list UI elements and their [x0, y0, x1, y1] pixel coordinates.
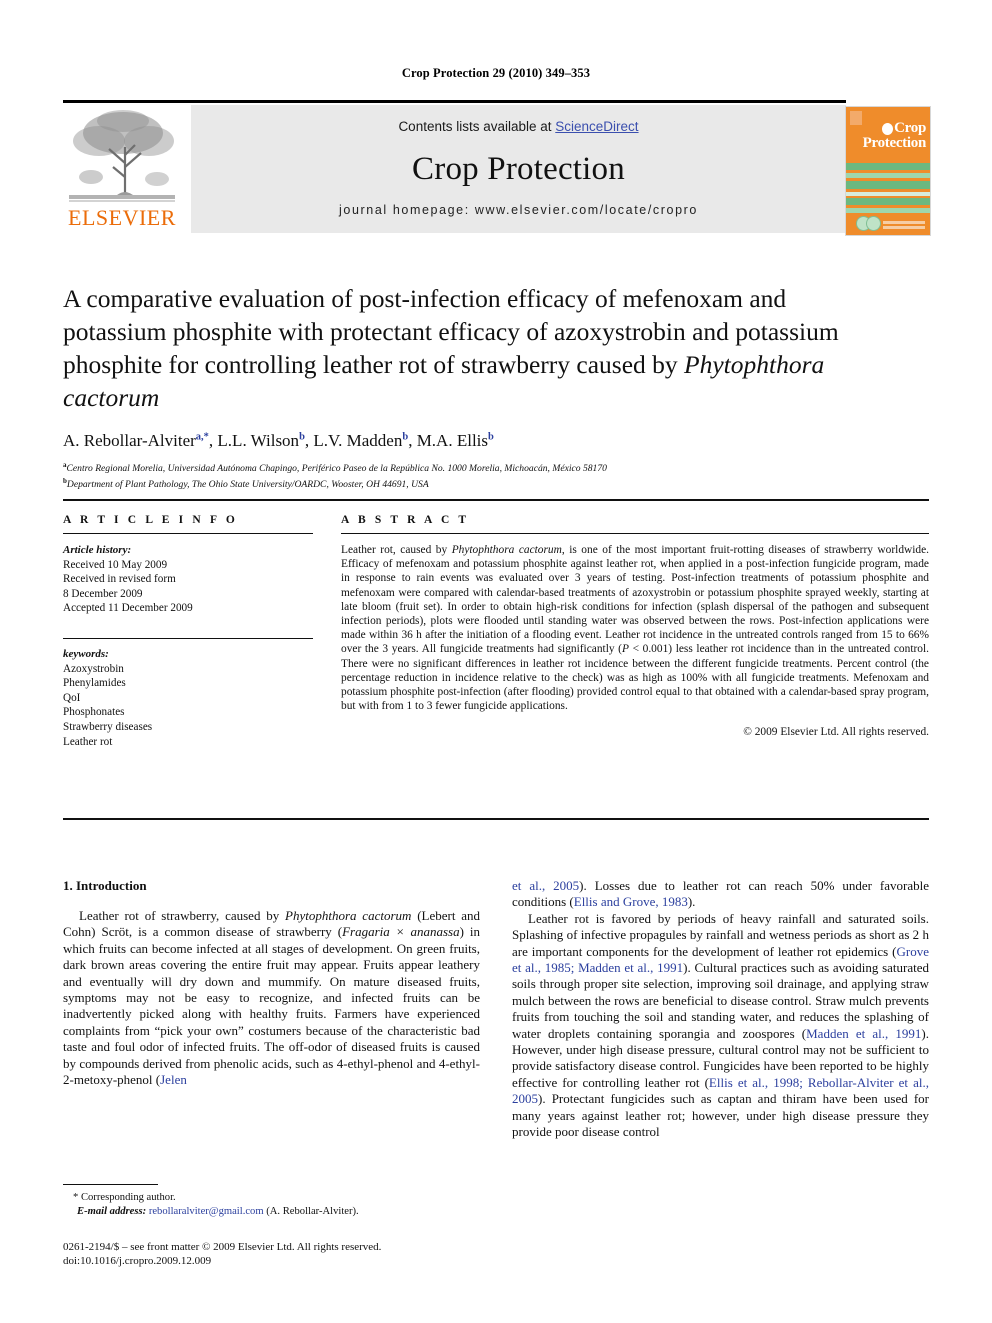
cover-stripe: [846, 173, 930, 178]
abstract-species: Phytophthora cactorum: [451, 544, 562, 556]
abstract-column: A B S T R A C T Leather rot, caused by P…: [341, 514, 929, 738]
abstract-part-1: Leather rot, caused by: [341, 544, 452, 556]
footnote-corresponding-author: * Corresponding author. E-mail address: …: [63, 1191, 480, 1218]
elsevier-logo: ELSEVIER: [63, 105, 181, 233]
footer-front-matter: 0261-2194/$ – see front matter © 2009 El…: [63, 1241, 382, 1253]
affiliation: bDepartment of Plant Pathology, The Ohio…: [63, 475, 929, 491]
abstract-copyright: © 2009 Elsevier Ltd. All rights reserved…: [743, 726, 929, 739]
elsevier-tree-icon: [67, 107, 177, 205]
article-info-heading: A R T I C L E I N F O: [63, 514, 238, 526]
author-affil-mark[interactable]: b: [402, 431, 408, 442]
citation-link[interactable]: Madden et al., 1991: [806, 1026, 921, 1041]
footer-legal-block: 0261-2194/$ – see front matter © 2009 El…: [63, 1240, 493, 1268]
citation-link[interactable]: Ellis and Grove, 1983: [574, 894, 688, 909]
abstract-pvalue-symbol: P: [621, 643, 629, 656]
author: A. Rebollar-Alvitera,*: [63, 431, 209, 450]
email-owner: (A. Rebollar-Alviter).: [263, 1205, 359, 1217]
abstract-part-2: , is one of the most important fruit-rot…: [341, 544, 929, 656]
intro-p1-species-2: Fragaria × ananassa: [342, 924, 460, 940]
history-line: Received 10 May 2009: [63, 558, 168, 571]
article-title: A comparative evaluation of post-infecti…: [63, 282, 863, 414]
elsevier-wordmark: ELSEVIER: [68, 205, 176, 230]
body-column-left: 1. Introduction Leather rot of strawberr…: [63, 878, 480, 1088]
contents-line: Contents lists available at ScienceDirec…: [191, 119, 846, 134]
keyword-item[interactable]: Phosphonates: [63, 705, 313, 720]
keywords-list: keywords: Azoxystrobin Phenylamides QoI …: [63, 647, 313, 749]
affiliation: aCentro Regional Morelia, Universidad Au…: [63, 459, 929, 475]
intro-paragraph-1-continued: et al., 2005). Losses due to leather rot…: [512, 878, 929, 911]
cover-title: Crop Protection: [846, 121, 930, 151]
body-column-right: et al., 2005). Losses due to leather rot…: [512, 878, 929, 1141]
keywords-rule: [63, 637, 313, 639]
author: M.A. Ellisb: [416, 431, 494, 450]
cover-footer-band: [846, 213, 930, 235]
keywords-block: keywords: Azoxystrobin Phenylamides QoI …: [63, 637, 313, 749]
email-link[interactable]: rebollaralviter@gmail.com: [149, 1206, 264, 1217]
keyword-item[interactable]: QoI: [63, 691, 313, 706]
keyword-item[interactable]: Azoxystrobin: [63, 662, 313, 677]
journal-cover-thumbnail: Crop Protection: [845, 106, 931, 236]
masthead-top-rule: [63, 100, 846, 103]
author-affil-mark[interactable]: b: [299, 431, 305, 442]
keywords-label: keywords:: [63, 647, 109, 660]
intro-p2-part-d: ). Protectant fungicides such as captan …: [512, 1091, 929, 1140]
footnote-block: * Corresponding author. E-mail address: …: [63, 1184, 480, 1218]
title-block: A comparative evaluation of post-infecti…: [63, 282, 929, 491]
email-label: E-mail address:: [77, 1205, 147, 1217]
footer-doi[interactable]: doi:10.1016/j.cropro.2009.12.009: [63, 1254, 493, 1268]
abstract-heading: A B S T R A C T: [341, 514, 470, 526]
intro-p2-part-a: Leather rot is favored by periods of hea…: [512, 910, 929, 959]
citation-link[interactable]: et al., 2005: [512, 878, 579, 893]
journal-masthead: ELSEVIER Contents lists available at Sci…: [63, 100, 929, 235]
affiliation-list: aCentro Regional Morelia, Universidad Au…: [63, 459, 929, 491]
article-history: Article history: Received 10 May 2009 Re…: [63, 543, 313, 616]
author: L.L. Wilsonb: [217, 431, 305, 450]
intro-paragraph-2: Leather rot is favored by periods of hea…: [512, 911, 929, 1141]
author-affil-mark[interactable]: a,*: [196, 431, 209, 442]
keyword-item[interactable]: Leather rot: [63, 735, 313, 750]
journal-title: Crop Protection: [412, 151, 625, 187]
cover-title-line2: Protection: [862, 135, 927, 151]
cover-stripe: [846, 192, 930, 196]
affiliation-text: Centro Regional Morelia, Universidad Aut…: [66, 463, 607, 475]
article-info-rule: [63, 533, 313, 534]
corresponding-author-note: * Corresponding author.: [73, 1192, 176, 1203]
paper-page: Crop Protection 29 (2010) 349–353 ELSEVI…: [0, 0, 992, 1323]
history-line: Accepted 11 December 2009: [63, 602, 193, 615]
cover-seal-icon: [866, 216, 881, 231]
author-list: A. Rebollar-Alvitera,*, L.L. Wilsonb, L.…: [63, 431, 494, 450]
journal-homepage[interactable]: journal homepage: www.elsevier.com/locat…: [191, 203, 846, 217]
intro-p1-part-a: Leather rot of strawberry, caused by: [79, 908, 286, 923]
affiliation-text: Department of Plant Pathology, The Ohio …: [66, 479, 429, 491]
sciencedirect-link[interactable]: ScienceDirect: [555, 119, 638, 134]
cover-fineprint: [883, 221, 925, 224]
article-history-label: Article history:: [63, 544, 132, 556]
citation-link[interactable]: Jelen: [160, 1072, 187, 1087]
info-band-bottom-rule: [63, 818, 929, 820]
intro-p1-cont-part-b: ).: [687, 894, 696, 910]
info-band-top-rule: [63, 499, 929, 501]
intro-paragraph-1: Leather rot of strawberry, caused by Phy…: [63, 908, 480, 1088]
article-info-column: A R T I C L E I N F O Article history: R…: [63, 514, 313, 749]
intro-p1-species-1: Phytophthora cactorum: [285, 908, 412, 923]
cover-stripe: [846, 198, 930, 205]
keyword-item[interactable]: Phenylamides: [63, 676, 313, 691]
running-head: Crop Protection 29 (2010) 349–353: [401, 66, 591, 80]
author: L.V. Maddenb: [313, 431, 409, 450]
cover-title-line1: Crop: [894, 120, 926, 136]
cover-stripe: [846, 163, 930, 170]
cover-stripe: [846, 181, 930, 189]
sciencedirect-banner: Contents lists available at ScienceDirec…: [191, 105, 846, 233]
footnote-rule: [63, 1184, 158, 1185]
section-heading-introduction: 1. Introduction: [63, 878, 147, 893]
cover-fineprint: [883, 226, 925, 229]
abstract-rule: [341, 533, 929, 534]
history-line: 8 December 2009: [63, 587, 143, 600]
intro-p1-part-c: ) in which fruits can become infected at…: [63, 924, 480, 1088]
abstract-text: Leather rot, caused by Phytophthora cact…: [341, 543, 929, 713]
author-affil-mark[interactable]: b: [488, 431, 494, 442]
contents-prefix: Contents lists available at: [398, 119, 556, 134]
keyword-item[interactable]: Strawberry diseases: [63, 720, 313, 735]
history-line: Received in revised form: [63, 573, 176, 586]
